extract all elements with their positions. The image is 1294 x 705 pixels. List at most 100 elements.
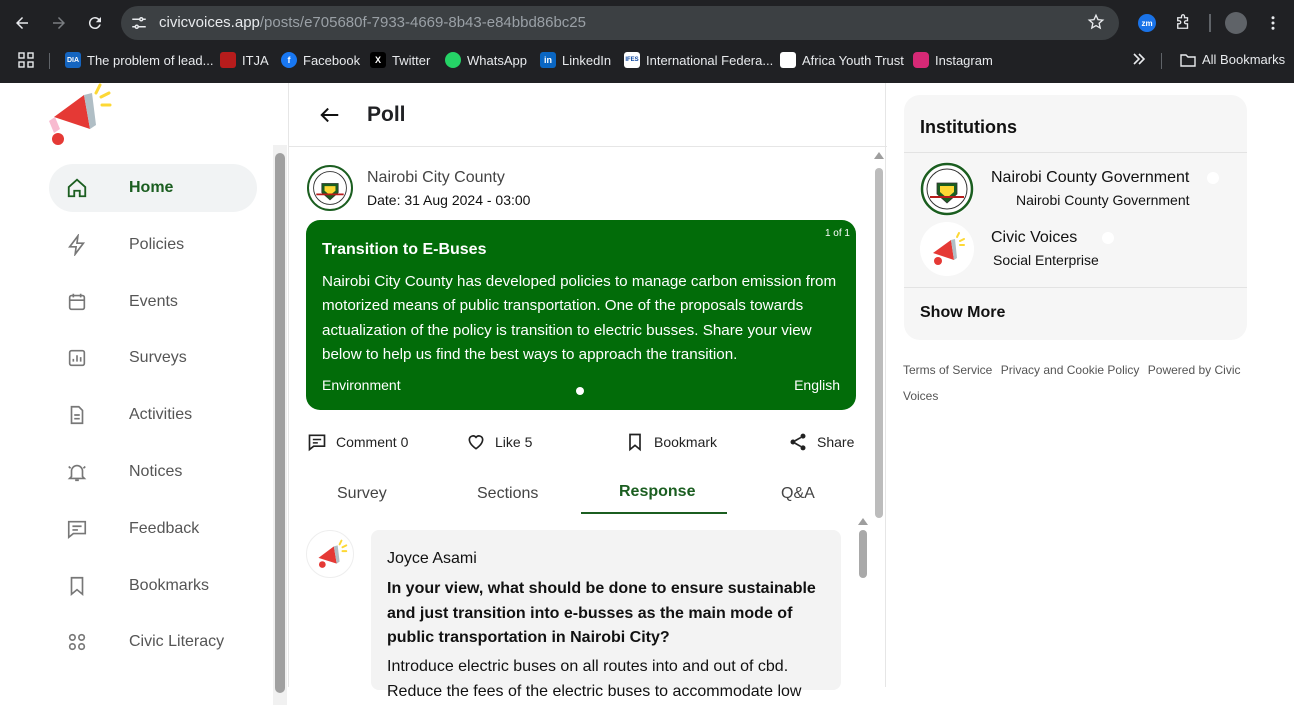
comment-icon	[308, 434, 326, 452]
sidebar-item-label: Bookmarks	[129, 576, 210, 594]
scroll-up-arrow[interactable]	[874, 152, 884, 159]
post-actions: Comment 0 Like 5 Bookmark Share	[289, 428, 869, 458]
divider	[904, 287, 1247, 288]
sidebar-scrollbar-thumb[interactable]	[275, 153, 285, 693]
divider	[904, 152, 1247, 153]
message-icon	[67, 520, 87, 539]
responder-avatar[interactable]	[306, 530, 354, 578]
instagram-icon	[913, 52, 929, 68]
forward-icon[interactable]	[47, 11, 71, 35]
bookmark-linkedin[interactable]: in LinkedIn	[540, 52, 611, 68]
response-scroll-up-arrow[interactable]	[858, 518, 868, 525]
institution-name: Civic Voices	[991, 229, 1078, 246]
sidebar-item-civic-literacy[interactable]: Civic Literacy	[49, 618, 257, 666]
poll-category: Environment	[322, 377, 401, 393]
ayt-icon	[780, 52, 796, 68]
facebook-icon: f	[281, 52, 297, 68]
back-arrow-icon[interactable]	[319, 104, 341, 126]
ifes-icon: IFES	[624, 52, 640, 68]
show-more-link[interactable]: Show More	[920, 304, 1005, 322]
tab-sections[interactable]: Sections	[477, 485, 538, 503]
institution-civic-voices[interactable]: Civic Voices Social Enterprise	[920, 222, 1240, 278]
comment-button[interactable]: Comment 0	[307, 432, 408, 452]
status-dot	[1102, 232, 1114, 244]
response-scrollbar-thumb[interactable]	[859, 530, 867, 578]
institution-subtitle: Nairobi County Government	[1016, 192, 1190, 208]
civic-voices-logo[interactable]	[46, 83, 112, 147]
itja-icon	[220, 52, 236, 68]
document-icon	[70, 406, 84, 425]
sidebar-item-activities[interactable]: Activities	[49, 391, 257, 439]
bookmarks-bar: DIA The problem of lead... ITJA f Facebook…	[0, 46, 1294, 76]
bookmark-itja[interactable]: ITJA	[220, 52, 269, 68]
lightning-icon	[68, 233, 86, 256]
sidebar-item-policies[interactable]: Policies	[49, 221, 257, 269]
bookmark-button[interactable]: Bookmark	[625, 432, 717, 452]
status-dot	[1207, 172, 1219, 184]
bookmark-instagram[interactable]: Instagram	[913, 52, 993, 68]
sidebar-item-notices[interactable]: Notices	[49, 448, 257, 496]
menu-icon[interactable]	[1261, 11, 1285, 35]
zoom-extension-icon[interactable]: zm	[1135, 11, 1159, 35]
bookmark-lead[interactable]: DIA The problem of lead...	[65, 52, 213, 68]
all-bookmarks[interactable]: All Bookmarks	[1180, 52, 1285, 67]
tab-survey[interactable]: Survey	[337, 485, 387, 503]
bookmark-africa-youth-trust[interactable]: Africa Youth Trust	[780, 52, 904, 68]
nairobi-county-avatar	[920, 162, 974, 216]
poll-card: 1 of 1 Transition to E-Buses Nairobi Cit…	[306, 220, 856, 410]
profile-avatar[interactable]	[1224, 11, 1248, 35]
site-settings-icon[interactable]	[130, 14, 148, 32]
sidebar-item-home[interactable]: Home	[49, 164, 257, 212]
sidebar-item-events[interactable]: Events	[49, 278, 257, 326]
content-scrollbar-thumb[interactable]	[875, 168, 883, 518]
reload-icon[interactable]	[83, 11, 107, 35]
sidebar-item-label: Activities	[129, 406, 193, 424]
more-bookmarks-icon[interactable]	[1132, 52, 1146, 66]
terms-link[interactable]: Terms of Service	[903, 363, 992, 377]
institution-nairobi[interactable]: Nairobi County Government Nairobi County…	[920, 162, 1240, 218]
tab-qa[interactable]: Q&A	[781, 485, 815, 503]
address-bar[interactable]: civicvoices.app/posts/e705680f-7933-4669…	[121, 6, 1119, 40]
sidebar-item-feedback[interactable]: Feedback	[49, 505, 257, 553]
toolbar-divider	[1209, 14, 1211, 32]
content-header: Poll	[289, 83, 887, 147]
carousel-dot[interactable]	[576, 387, 584, 395]
bookmark-twitter[interactable]: X Twitter	[370, 52, 430, 68]
sidebar-nav: Home Policies Events Surveys Activities …	[49, 164, 257, 675]
whatsapp-icon	[445, 52, 461, 68]
sidebar-item-bookmarks[interactable]: Bookmarks	[49, 562, 257, 610]
institution-subtitle: Social Enterprise	[993, 252, 1099, 268]
nairobi-county-avatar[interactable]	[307, 165, 353, 211]
sidebar-item-label: Policies	[129, 235, 185, 253]
share-button[interactable]: Share	[788, 432, 854, 452]
bookmark-icon	[629, 433, 641, 452]
content-tabs: Survey Sections Response Q&A	[289, 478, 869, 516]
grid-icon	[68, 634, 86, 651]
bookmark-facebook[interactable]: f Facebook	[281, 52, 360, 68]
heart-icon	[468, 435, 484, 450]
post-date: Date: 31 Aug 2024 - 03:00	[367, 192, 531, 208]
institution-name: Nairobi County Government	[991, 169, 1190, 186]
like-button[interactable]: Like 5	[466, 432, 532, 452]
share-icon	[790, 433, 806, 451]
poll-title: Transition to E-Buses	[322, 241, 487, 258]
extensions-icon[interactable]	[1171, 11, 1195, 35]
back-icon[interactable]	[10, 11, 34, 35]
page-title: Poll	[367, 103, 406, 126]
bookmark-icon	[70, 576, 84, 596]
bookmark-star-icon[interactable]	[1087, 13, 1105, 31]
calendar-icon	[68, 293, 86, 310]
tab-response[interactable]: Response	[619, 483, 695, 501]
bookmark-whatsapp[interactable]: WhatsApp	[445, 52, 527, 68]
sidebar-item-label: Events	[129, 292, 178, 310]
response-answer: Introduce electric buses on all routes i…	[387, 658, 802, 700]
privacy-link[interactable]: Privacy and Cookie Policy	[1001, 363, 1140, 377]
poll-language: English	[794, 377, 840, 393]
responder-name: Joyce Asami	[387, 550, 477, 567]
post-author[interactable]: Nairobi City County	[367, 169, 505, 187]
linkedin-icon: in	[540, 52, 556, 68]
apps-icon[interactable]	[18, 52, 34, 68]
bookmark-ifes[interactable]: IFES International Federa...	[624, 52, 773, 68]
card-pager: 1 of 1	[824, 228, 850, 239]
sidebar-item-surveys[interactable]: Surveys	[49, 334, 257, 382]
